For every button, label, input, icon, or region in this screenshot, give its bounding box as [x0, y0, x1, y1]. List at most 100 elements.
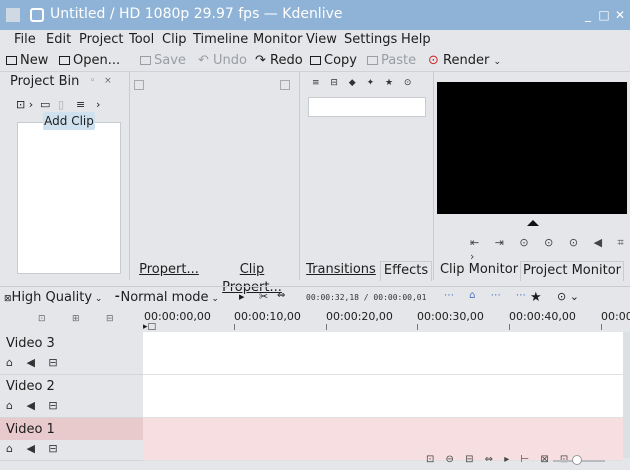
- render-button[interactable]: ⊙ Render ⌄: [428, 53, 501, 68]
- paste-icon: [367, 56, 378, 65]
- menu-settings[interactable]: Settings: [344, 32, 397, 47]
- ruler-tick: [234, 324, 235, 330]
- add-clip-icon[interactable]: ⊡ ›: [16, 98, 33, 111]
- new-file-icon: [6, 56, 17, 65]
- header-icon-2[interactable]: ⊞: [72, 314, 80, 324]
- render-icon: ⊙: [428, 53, 444, 68]
- menu-timeline[interactable]: Timeline: [193, 32, 248, 47]
- properties-panel: [130, 72, 300, 280]
- spacer-tool-icon[interactable]: ⇔: [277, 290, 285, 301]
- menu-help[interactable]: Help: [401, 32, 431, 47]
- razor-tool-icon[interactable]: ✂: [259, 290, 268, 303]
- quality-select[interactable]: ⊠High Quality ⌄: [4, 290, 102, 305]
- playhead-marker-icon[interactable]: [527, 220, 539, 226]
- new-button[interactable]: New: [6, 53, 48, 68]
- ruler-label: 00:00:40,00: [509, 310, 576, 323]
- open-button[interactable]: Open...: [59, 53, 120, 68]
- folder-open-icon: [59, 56, 70, 65]
- menu-edit[interactable]: Edit: [46, 32, 71, 47]
- tab-project-monitor[interactable]: Project Monitor: [520, 261, 624, 281]
- menu-tool[interactable]: Tool: [129, 32, 154, 47]
- header-icon-3[interactable]: ⊟: [106, 314, 114, 324]
- copy-icon: [310, 56, 321, 65]
- add-clip-tooltip: Add Clip: [43, 112, 95, 130]
- ruler-tick: [417, 324, 418, 330]
- ruler-label: 00:00: [601, 310, 630, 323]
- header-icon-1[interactable]: ⊡: [38, 314, 46, 324]
- tab-effects[interactable]: Effects: [380, 261, 432, 281]
- timeline-vertical-scrollbar[interactable]: [623, 332, 630, 458]
- selection-tool-icon[interactable]: ▸: [239, 290, 245, 303]
- save-icon: [140, 56, 151, 65]
- tab-clip-monitor[interactable]: Clip Monitor: [438, 261, 520, 281]
- timeline-ruler[interactable]: 00:00:00,00 00:00:10,00 00:00:20,00 00:0…: [143, 308, 630, 332]
- folder-icon[interactable]: ▭: [40, 98, 50, 111]
- preview-icon: ⊠: [4, 294, 12, 304]
- ruler-tick: [326, 324, 327, 330]
- panel-option-icon[interactable]: [134, 80, 144, 90]
- main-toolbar: New Open... Save ↶ Undo ↷ Redo Copy Past…: [0, 50, 630, 72]
- undo-icon: ↶: [198, 53, 214, 68]
- save-button[interactable]: Save: [140, 53, 186, 68]
- track-controls-icons[interactable]: ⌂ ◀ ⊟: [6, 399, 63, 412]
- track-name: Video 1: [6, 422, 55, 437]
- tab-clip-properties[interactable]: Clip Propert...: [208, 261, 296, 295]
- status-bar: ⊡ ⊖ ⊟ ⇔ ▸ ⊢ ⊠ ⊡: [0, 450, 630, 470]
- chevron-down-icon: ⌄: [493, 57, 501, 67]
- kdenlive-app-icon: [6, 8, 20, 22]
- minimize-icon[interactable]: _: [580, 7, 596, 23]
- tab-transitions[interactable]: Transitions: [304, 261, 378, 281]
- monitor-controls[interactable]: ⇤ ⇥ ⊙ ⊙ ⊙ ◀ ⌗ ›: [470, 236, 630, 263]
- track-area-video-2[interactable]: [143, 375, 623, 418]
- effects-search-input[interactable]: [308, 97, 426, 117]
- window-title: Untitled / HD 1080p 29.97 fps — Kdenlive: [50, 6, 343, 22]
- ruler-tick: [509, 324, 510, 330]
- redo-icon: ↷: [255, 53, 271, 68]
- list-view-icon[interactable]: ≡: [76, 98, 85, 111]
- title-bar: Untitled / HD 1080p 29.97 fps — Kdenlive…: [0, 0, 630, 30]
- monitor-ruler[interactable]: [437, 214, 627, 228]
- window-menu-icon[interactable]: [30, 8, 44, 22]
- ruler-tick: [601, 324, 602, 330]
- paste-button[interactable]: Paste: [367, 53, 416, 68]
- redo-button[interactable]: ↷ Redo: [255, 53, 303, 68]
- menu-bar: File Edit Project Tool Clip Timeline Mon…: [0, 30, 630, 50]
- project-bin-title: Project Bin: [10, 74, 80, 89]
- timecode-display: 00:00:32,18 / 00:00:00,01: [306, 293, 427, 302]
- status-toolbar-icons[interactable]: ⊡ ⊖ ⊟ ⇔ ▸ ⊢ ⊠ ⊡: [426, 454, 572, 465]
- track-header-video-2[interactable]: Video 2 ⌂ ◀ ⊟: [0, 375, 143, 418]
- track-name: Video 2: [6, 379, 55, 394]
- project-bin-list[interactable]: [17, 122, 121, 274]
- menu-clip[interactable]: Clip: [162, 32, 187, 47]
- effects-toolbar-icons[interactable]: ≡ ⊟ ◆ ✦ ★ ⊙: [312, 78, 415, 88]
- ruler-label: 00:00:20,00: [326, 310, 393, 323]
- track-controls-icons[interactable]: ⌂ ◀ ⊟: [6, 356, 63, 369]
- edit-mode-select[interactable]: ⁃Normal mode ⌄: [114, 290, 219, 305]
- track-header-toolbar: ⊡ ⊞ ⊟: [0, 308, 143, 332]
- delete-icon[interactable]: ▯: [58, 98, 64, 111]
- monitor-screen[interactable]: [437, 82, 627, 214]
- playhead-icon[interactable]: ▸□: [143, 322, 156, 332]
- menu-view[interactable]: View: [306, 32, 337, 47]
- timeline-settings-icon[interactable]: ⊙ ⌄: [557, 290, 579, 303]
- timeline-toolbar: ⊠High Quality ⌄ ⁃Normal mode ⌄ ▸ ✂ ⇔ 00:…: [0, 286, 630, 308]
- maximize-icon[interactable]: □: [596, 7, 612, 23]
- tab-properties[interactable]: Propert...: [134, 261, 204, 281]
- panel-config-icon[interactable]: [280, 80, 290, 90]
- zoom-slider-knob[interactable]: [572, 455, 582, 465]
- more-icon[interactable]: ›: [96, 98, 100, 111]
- ruler-label: 00:00:10,00: [234, 310, 301, 323]
- undo-button[interactable]: ↶ Undo: [198, 53, 247, 68]
- copy-button[interactable]: Copy: [310, 53, 357, 68]
- timeline-tools-icons[interactable]: ⋯ ⌂ ⋯ ⋯: [444, 290, 532, 301]
- favorite-icon[interactable]: ★: [530, 290, 542, 305]
- menu-monitor[interactable]: Monitor: [253, 32, 302, 47]
- track-name: Video 3: [6, 336, 55, 351]
- dock-controls-icon[interactable]: ◦ ×: [90, 76, 115, 86]
- menu-file[interactable]: File: [14, 32, 36, 47]
- menu-project[interactable]: Project: [79, 32, 123, 47]
- track-area-video-3[interactable]: [143, 332, 623, 375]
- ruler-label: 00:00:30,00: [417, 310, 484, 323]
- track-header-video-3[interactable]: Video 3 ⌂ ◀ ⊟: [0, 332, 143, 375]
- close-icon[interactable]: ✕: [612, 7, 628, 23]
